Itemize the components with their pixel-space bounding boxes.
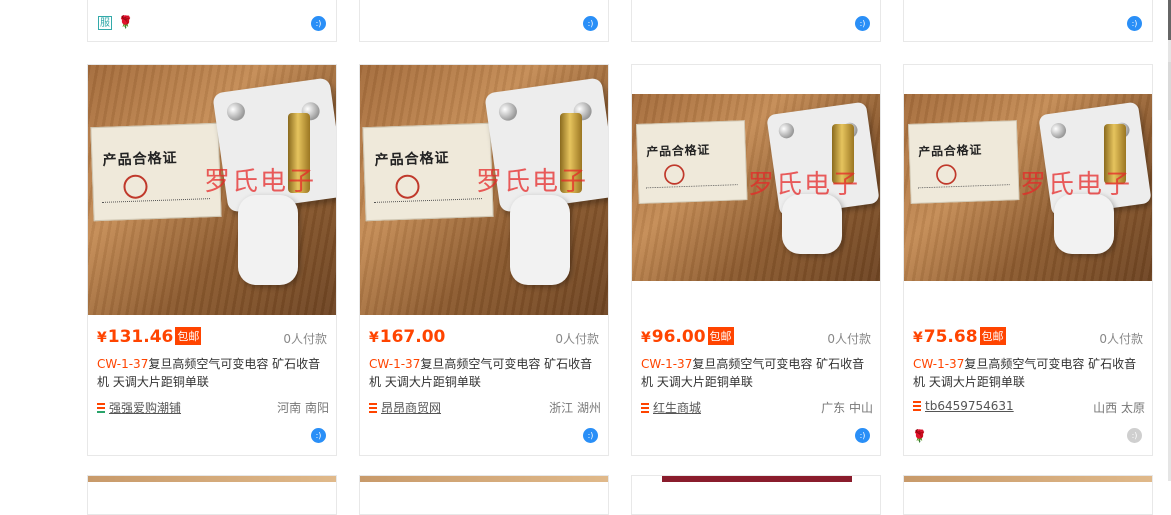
certificate-card: 产品合格证 bbox=[636, 120, 748, 204]
price: ¥75.68 包邮 bbox=[913, 327, 1006, 347]
certificate-card: 产品合格证 bbox=[908, 120, 1020, 204]
shop-name[interactable]: 昂昂商贸网 bbox=[381, 401, 441, 415]
certificate-seal bbox=[935, 163, 957, 186]
free-shipping-tag: 包邮 bbox=[979, 327, 1006, 345]
certificate-lines bbox=[917, 184, 1010, 189]
certificate-title: 产品合格证 bbox=[646, 143, 711, 160]
shop-row: 强强爱购潮铺 河南 南阳 bbox=[97, 399, 329, 415]
capacitor-roller bbox=[510, 195, 570, 285]
watermark: 罗氏电子 bbox=[748, 170, 861, 200]
watermark: 罗氏电子 bbox=[1020, 170, 1133, 200]
certificate-seal bbox=[123, 174, 148, 200]
product-image[interactable] bbox=[904, 476, 1152, 482]
shop-location: 广东 中山 bbox=[821, 401, 873, 415]
price-row: ¥167.00 0人付款 bbox=[369, 327, 599, 347]
product-image[interactable]: 产品合格证 罗氏电子 bbox=[904, 65, 1152, 315]
product-photo: 产品合格证 罗氏电子 bbox=[88, 65, 336, 315]
product-image[interactable]: 产品合格证 罗氏电子 bbox=[360, 65, 608, 315]
wangwang-chat-icon[interactable]: :) bbox=[311, 16, 326, 31]
shop-name[interactable]: 强强爱购潮铺 bbox=[109, 401, 181, 415]
shop-level-icon bbox=[97, 403, 105, 413]
product-card-bottom-2[interactable] bbox=[359, 475, 609, 515]
product-image[interactable]: 产品合格证 罗氏电子 bbox=[632, 65, 880, 315]
capacitor-roller bbox=[1054, 194, 1114, 254]
product-card-bottom-3[interactable] bbox=[631, 475, 881, 515]
shop-level-icon bbox=[913, 401, 921, 411]
certificate-title: 产品合格证 bbox=[374, 150, 450, 169]
product-card[interactable]: 产品合格证 罗氏电子 ¥167.00 0人付款 CW-1-37复旦高频空气可变电… bbox=[359, 64, 609, 456]
product-card-top-3[interactable]: :) bbox=[631, 0, 881, 42]
watermark: 罗氏电子 bbox=[476, 167, 589, 197]
certificate-card: 产品合格证 bbox=[362, 122, 494, 222]
price-row: ¥131.46 包邮 0人付款 bbox=[97, 327, 327, 347]
certificate-lines bbox=[645, 184, 738, 189]
sold-count: 0人付款 bbox=[555, 332, 599, 346]
free-shipping-tag: 包邮 bbox=[175, 327, 202, 345]
price: ¥131.46 包邮 bbox=[97, 327, 202, 347]
price-row: ¥96.00 包邮 0人付款 bbox=[641, 327, 871, 347]
rivet bbox=[225, 101, 247, 122]
shop-location: 浙江 湖州 bbox=[549, 401, 601, 415]
clothing-badge-icon: 服 bbox=[98, 16, 112, 30]
free-shipping-tag: 包邮 bbox=[707, 327, 734, 345]
shop-location: 河南 南阳 bbox=[277, 401, 329, 415]
product-card[interactable]: 产品合格证 罗氏电子 ¥75.68 包邮 0人付款 CW-1-37复旦高频空气可变… bbox=[903, 64, 1153, 456]
product-card-top-1[interactable]: 服 🌹 :) bbox=[87, 0, 337, 42]
shop-name[interactable]: 红生商城 bbox=[653, 401, 701, 415]
product-card-top-4[interactable]: :) bbox=[903, 0, 1153, 42]
certificate-lines bbox=[374, 198, 482, 203]
wangwang-chat-icon[interactable]: :) bbox=[855, 16, 870, 31]
watermark: 罗氏电子 bbox=[204, 167, 317, 197]
capacitor-roller bbox=[238, 195, 298, 285]
certificate-seal bbox=[395, 174, 420, 200]
shop-location: 山西 太原 bbox=[1093, 401, 1145, 415]
certificate-title: 产品合格证 bbox=[918, 143, 983, 160]
wangwang-chat-icon[interactable]: :) bbox=[1127, 16, 1142, 31]
shop-name[interactable]: tb6459754631 bbox=[925, 399, 1014, 413]
product-card-bottom-1[interactable] bbox=[87, 475, 337, 515]
capacitor-roller bbox=[782, 194, 842, 254]
certificate-lines bbox=[102, 198, 210, 203]
sold-count: 0人付款 bbox=[283, 332, 327, 346]
product-title[interactable]: CW-1-37复旦高频空气可变电容 矿石收音机 天调大片距铜单联 bbox=[913, 355, 1145, 391]
product-card-bottom-4[interactable] bbox=[903, 475, 1153, 515]
wangwang-chat-icon[interactable]: :) bbox=[855, 428, 870, 443]
product-title[interactable]: CW-1-37复旦高频空气可变电容 矿石收音机 天调大片距铜单联 bbox=[369, 355, 601, 391]
product-photo: 产品合格证 罗氏电子 bbox=[360, 65, 608, 315]
product-title[interactable]: CW-1-37复旦高频空气可变电容 矿石收音机 天调大片距铜单联 bbox=[641, 355, 873, 391]
product-photo: 产品合格证 罗氏电子 bbox=[904, 94, 1152, 281]
wangwang-chat-icon[interactable]: :) bbox=[583, 428, 598, 443]
shop-level-icon bbox=[369, 403, 377, 413]
product-image[interactable] bbox=[360, 476, 608, 482]
rivet bbox=[497, 101, 519, 122]
sold-count: 0人付款 bbox=[1099, 332, 1143, 346]
product-card[interactable]: 产品合格证 罗氏电子 ¥96.00 包邮 0人付款 CW-1-37复旦高频空气可变… bbox=[631, 64, 881, 456]
wangwang-chat-icon[interactable]: :) bbox=[1127, 428, 1142, 443]
product-image[interactable]: 产品合格证 罗氏电子 bbox=[88, 65, 336, 315]
flower-badge-icon: 🌹 bbox=[912, 429, 927, 443]
price-row: ¥75.68 包邮 0人付款 bbox=[913, 327, 1143, 347]
certificate-seal bbox=[663, 163, 685, 186]
product-image[interactable] bbox=[88, 476, 336, 482]
wangwang-chat-icon[interactable]: :) bbox=[311, 428, 326, 443]
product-title[interactable]: CW-1-37复旦高频空气可变电容 矿石收音机 天调大片距铜单联 bbox=[97, 355, 329, 391]
price: ¥167.00 bbox=[369, 327, 446, 347]
rivet bbox=[1049, 122, 1068, 140]
sold-count: 0人付款 bbox=[827, 332, 871, 346]
product-image[interactable] bbox=[662, 476, 852, 482]
rivet bbox=[777, 122, 796, 140]
shop-row: 昂昂商贸网 浙江 湖州 bbox=[369, 399, 601, 415]
price: ¥96.00 包邮 bbox=[641, 327, 734, 347]
certificate-card: 产品合格证 bbox=[90, 122, 222, 222]
flower-badge-icon: 🌹 bbox=[118, 15, 133, 29]
wangwang-chat-icon[interactable]: :) bbox=[583, 16, 598, 31]
certificate-title: 产品合格证 bbox=[102, 150, 178, 169]
shop-level-icon bbox=[641, 403, 649, 413]
product-photo: 产品合格证 罗氏电子 bbox=[632, 94, 880, 281]
shop-row: 红生商城 广东 中山 bbox=[641, 399, 873, 415]
product-card[interactable]: 产品合格证 罗氏电子 ¥131.46 包邮 0人付款 CW-1-37复旦高频空气可… bbox=[87, 64, 337, 456]
product-card-top-2[interactable]: :) bbox=[359, 0, 609, 42]
shop-row: tb6459754631 山西 太原 bbox=[913, 399, 1145, 415]
